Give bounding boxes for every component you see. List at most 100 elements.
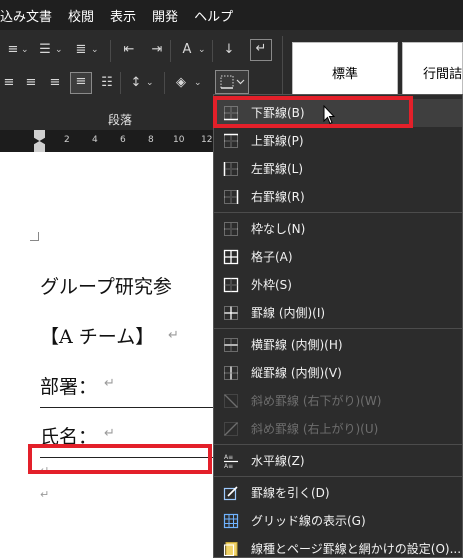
menu-item-label: 横罫線 (内側)(H) [251, 338, 343, 352]
character-spacing-icon[interactable]: A [178, 41, 196, 59]
menu-item-label: 罫線を引く(D) [251, 486, 330, 500]
doc-team-line: 【A チーム】 [40, 326, 155, 348]
multilevel-list-icon[interactable]: ≣ [72, 41, 90, 59]
svg-text:A≡: A≡ [224, 463, 233, 469]
bullets-icon[interactable]: ≡ [4, 41, 22, 59]
chevron-down-icon[interactable]: ⌄ [21, 45, 29, 55]
menu-review[interactable]: 校閲 [60, 6, 102, 25]
highlight-box-bottom-border [213, 96, 413, 128]
paragraph-mark: ↵ [104, 426, 115, 441]
view-gridlines-icon [223, 513, 239, 529]
ruler-tick: 2 [64, 135, 70, 145]
style-no-spacing[interactable]: 行間詰 [402, 42, 463, 102]
right-border-icon [224, 190, 239, 204]
menu-item-left-border[interactable]: 左罫線(L) [214, 155, 462, 183]
menu-item-view-gridlines[interactable]: グリッド線の表示(G) [214, 507, 462, 535]
menu-item-inside-borders[interactable]: 罫線 (内側)(I) [214, 299, 462, 327]
menu-item-right-border[interactable]: 右罫線(R) [214, 183, 462, 211]
menu-item-inside-horizontal[interactable]: 横罫線 (内側)(H) [214, 331, 462, 359]
menu-item-label: 斜め罫線 (右上がり)(U) [251, 422, 379, 436]
menu-separator [214, 328, 462, 329]
show-hide-marks-icon[interactable]: ↵ [250, 39, 272, 61]
menu-item-horizontal-line[interactable]: A≡ A≡ 水平線(Z) [214, 447, 462, 475]
borders-shading-icon [223, 542, 238, 557]
menu-item-inside-vertical[interactable]: 縦罫線 (内側)(V) [214, 359, 462, 387]
all-borders-icon [223, 249, 239, 265]
menu-item-borders-and-shading[interactable]: 線種とページ罫線と網かけの設定(O)... [214, 535, 462, 558]
justify-icon[interactable]: ≡ [70, 72, 92, 94]
draw-table-icon [223, 486, 238, 501]
chevron-down-icon[interactable]: ⌄ [194, 78, 202, 88]
menu-item-top-border[interactable]: 上罫線(P) [214, 127, 462, 155]
dept-underline [40, 407, 213, 408]
menu-item-label: 水平線(Z) [251, 454, 305, 468]
decrease-indent-icon[interactable]: ⇤ [120, 41, 138, 59]
left-border-icon [223, 162, 238, 176]
no-border-icon [224, 222, 238, 236]
diagonal-up-border-icon [224, 422, 238, 436]
menu-item-all-borders[interactable]: 格子(A) [214, 243, 462, 271]
menu-separator [214, 212, 462, 213]
menu-item-label: 格子(A) [251, 250, 293, 264]
chevron-down-icon[interactable]: ⌄ [198, 45, 206, 55]
borders-dropdown-menu: 下罫線(B) 上罫線(P) 左罫線(L) 右罫線(R) 枠なし(N) 格子(A)… [213, 94, 463, 558]
chevron-down-icon[interactable]: ⌄ [91, 45, 99, 55]
menu-developer[interactable]: 開発 [144, 6, 186, 25]
menu-item-label: 斜め罫線 (右下がり)(W) [251, 394, 382, 408]
menu-help[interactable]: ヘルプ [186, 6, 241, 25]
ruler-tick: 6 [120, 135, 126, 145]
paragraph-mark: ↵ [168, 328, 179, 343]
menu-bar: 込み文書 校閲 表示 開発 ヘルプ [0, 0, 463, 30]
ruler-tick: 4 [92, 135, 98, 145]
doc-dept-label: 部署： [40, 376, 98, 398]
menu-item-label: 線種とページ罫線と網かけの設定(O)... [251, 542, 462, 556]
inside-vertical-border-icon [224, 366, 238, 380]
sort-icon[interactable]: ↓ [220, 41, 238, 59]
text-boundary-corner [30, 232, 39, 241]
menu-item-label: 左罫線(L) [251, 162, 304, 176]
top-border-icon [224, 133, 238, 148]
borders-button[interactable] [215, 70, 249, 94]
ruler-tick: 8 [148, 135, 154, 145]
ruler-tick: 12 [201, 135, 213, 145]
horizontal-line-icon: A≡ A≡ [224, 454, 238, 469]
distributed-icon[interactable]: ☷ [98, 74, 116, 92]
menu-item-label: 罫線 (内側)(I) [251, 306, 326, 320]
diagonal-down-border-icon [224, 394, 238, 408]
menu-separator [214, 444, 462, 445]
menu-mailings[interactable]: 込み文書 [0, 6, 60, 25]
mouse-cursor-icon [323, 105, 335, 125]
align-right-icon[interactable]: ≡ [46, 74, 64, 92]
inside-horizontal-border-icon [224, 338, 238, 352]
doc-title-line: グループ研究参 [40, 276, 172, 298]
style-normal[interactable]: 標準 [292, 42, 398, 102]
paragraph-group-label: 段落 [108, 113, 133, 127]
shading-icon[interactable]: ◈ [172, 74, 190, 92]
menu-item-draw-table[interactable]: 罫線を引く(D) [214, 479, 462, 507]
align-left-icon[interactable]: ≡ [0, 74, 18, 92]
menu-item-label: 右罫線(R) [251, 190, 305, 204]
menu-view[interactable]: 表示 [102, 6, 144, 25]
paragraph-mark: ↵ [40, 488, 50, 501]
menu-item-no-border[interactable]: 枠なし(N) [214, 215, 462, 243]
chevron-down-icon[interactable]: ⌄ [55, 45, 63, 55]
svg-text:A≡: A≡ [224, 454, 233, 461]
menu-item-outside-borders[interactable]: 外枠(S) [214, 271, 462, 299]
increase-indent-icon[interactable]: ⇥ [148, 41, 166, 59]
align-center-icon[interactable]: ≡ [22, 74, 40, 92]
numbering-icon[interactable]: ☰ [36, 41, 54, 59]
inside-borders-icon [224, 306, 238, 320]
indent-marker[interactable] [34, 130, 45, 152]
menu-item-diagonal-up: 斜め罫線 (右上がり)(U) [214, 415, 462, 443]
ruler-tick: 10 [173, 135, 185, 145]
menu-item-label: 上罫線(P) [251, 134, 304, 148]
menu-item-label: 枠なし(N) [251, 222, 306, 236]
menu-item-diagonal-down: 斜め罫線 (右下がり)(W) [214, 387, 462, 415]
menu-item-label: 外枠(S) [251, 278, 292, 292]
menu-item-label: 縦罫線 (内側)(V) [251, 366, 342, 380]
chevron-down-icon[interactable]: ⌄ [146, 78, 154, 88]
outside-borders-icon [223, 277, 239, 293]
paragraph-mark: ↵ [104, 376, 115, 391]
line-spacing-icon[interactable]: ↕ [127, 74, 145, 92]
menu-separator [214, 476, 462, 477]
